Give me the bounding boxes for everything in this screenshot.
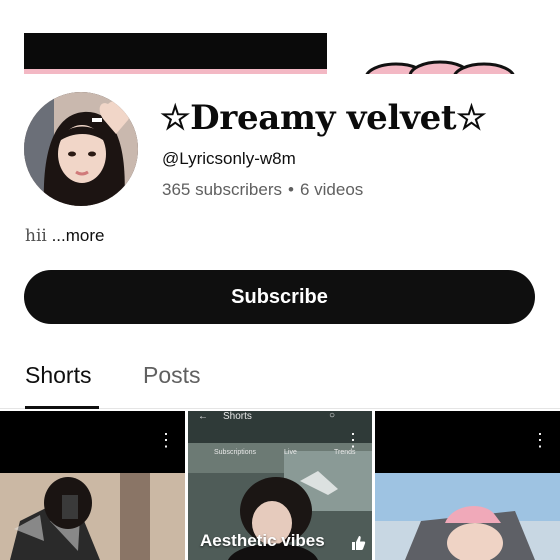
short-thumbnail[interactable]: ⋮ [375,411,560,560]
banner-heart-art [365,60,515,74]
active-tab-indicator [25,406,99,409]
short-thumbnail[interactable]: Shorts ← ○ Subscriptions Live Trends ⋮ A… [188,411,372,560]
short-thumbnail[interactable]: ⋮ [0,411,185,560]
channel-description[interactable]: hii ...more [25,226,104,246]
banner-pink-line [24,69,327,74]
subscriber-count: 365 subscribers [162,180,283,199]
tab-shorts[interactable]: Shorts [25,362,91,389]
avatar-image [24,92,138,206]
channel-avatar[interactable] [24,92,138,206]
meta-separator: • [288,180,294,199]
thumbs-up-icon [352,536,366,550]
short-title: Aesthetic vibes [200,531,325,550]
tab-posts[interactable]: Posts [143,362,201,389]
search-icon: ○ [329,411,336,421]
short-menu-button[interactable]: ⋮ [531,430,549,450]
short-menu-button[interactable]: ⋮ [344,430,362,450]
description-text: hii [25,226,47,246]
back-arrow-icon: ← [198,411,208,422]
more-link[interactable]: ...more [52,226,105,245]
channel-banner [0,0,560,74]
short-menu-button[interactable]: ⋮ [157,430,175,450]
inner-tab-label: Subscriptions [214,449,257,456]
inner-header-label: Shorts [223,411,252,422]
inner-tab-label: Live [284,449,297,456]
channel-stats: 365 subscribers • 6 videos [162,180,363,200]
video-count: 6 videos [299,180,364,199]
channel-name: ☆Dreamy velvet☆ [160,98,487,138]
inner-tab-label: Trends [334,449,356,456]
channel-handle: @Lyricsonly-w8m [162,149,296,168]
subscribe-button[interactable]: Subscribe [24,270,535,324]
banner-black-strip [24,33,327,71]
